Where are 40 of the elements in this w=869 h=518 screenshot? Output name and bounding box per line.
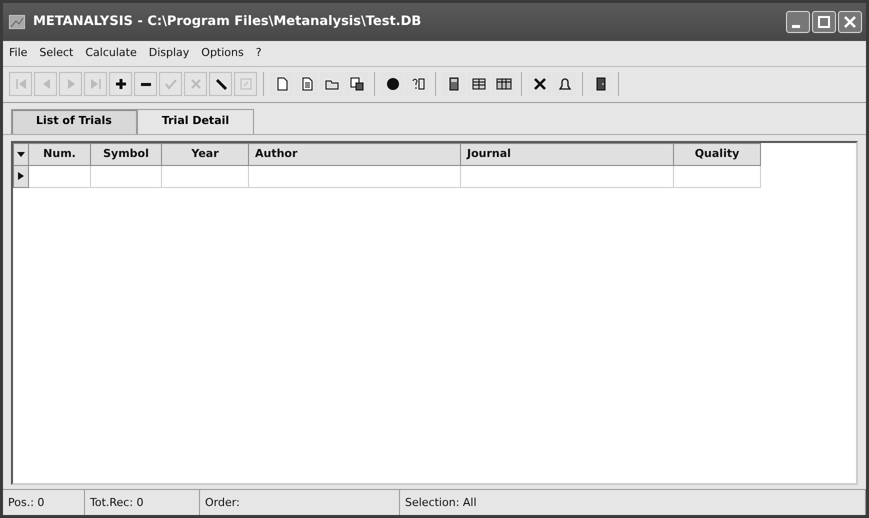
help-icon	[410, 76, 426, 92]
minimize-icon	[792, 24, 800, 28]
bell-icon	[556, 76, 572, 92]
menu-item[interactable]: File	[9, 45, 28, 62]
column-header[interactable]: Quality	[674, 143, 760, 165]
copy-icon	[348, 76, 364, 92]
maximize-button[interactable]	[812, 11, 836, 33]
toolbar-button[interactable]	[134, 72, 157, 96]
status-text: Pos.: 0	[3, 490, 85, 515]
menu-item[interactable]: ?	[256, 45, 262, 62]
close-button[interactable]	[838, 11, 862, 33]
tab[interactable]: Trial Detail	[136, 108, 254, 134]
window-title: METANALYSIS - C:\Program Files\Metanalysis\Test.DB	[33, 13, 422, 32]
status-text: Selection: All	[400, 490, 866, 515]
menu-item[interactable]: Options	[201, 45, 244, 62]
column-header[interactable]: Num.	[28, 143, 90, 165]
app-icon	[9, 15, 25, 29]
close-icon	[844, 16, 856, 28]
tab[interactable]: List of Trials	[11, 108, 137, 134]
column-header[interactable]: Symbol	[90, 143, 162, 165]
column-header[interactable]: Year	[162, 143, 248, 165]
minus-icon	[140, 82, 150, 86]
table-cell	[90, 165, 162, 187]
current-row-icon	[16, 170, 26, 181]
toolbar-button[interactable]	[209, 72, 232, 96]
menu-item[interactable]: Calculate	[85, 45, 137, 62]
status-text: Tot.Rec: 0	[85, 490, 200, 515]
crossed-tools-icon	[532, 76, 548, 92]
column-header[interactable]: Journal	[460, 143, 674, 165]
maximize-icon	[818, 16, 830, 28]
minimize-button[interactable]	[786, 11, 810, 33]
circle-icon	[384, 76, 400, 92]
table-cell	[28, 165, 90, 187]
column-header[interactable]: Author	[248, 143, 460, 165]
menu-item[interactable]: Display	[148, 45, 190, 62]
table-icon	[496, 76, 512, 92]
menu-item[interactable]: Select	[39, 45, 74, 62]
list-icon	[470, 76, 486, 92]
status-text: Order:	[200, 490, 400, 515]
toolbar-button[interactable]	[109, 72, 132, 96]
